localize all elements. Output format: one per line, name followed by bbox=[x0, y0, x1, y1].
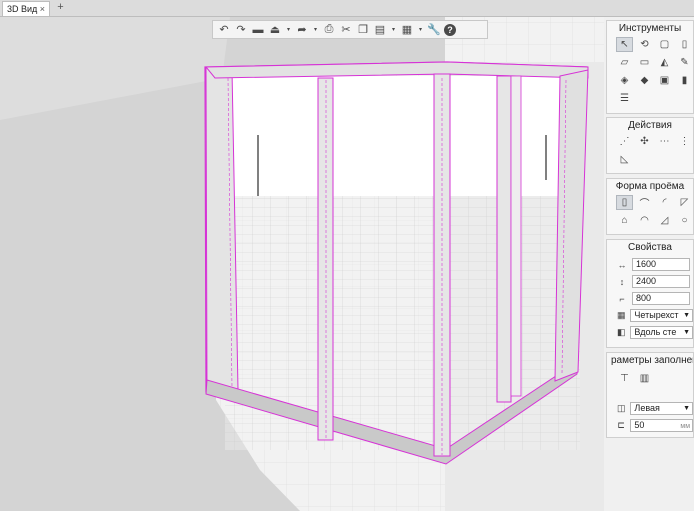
stair-icon[interactable]: ◈ bbox=[616, 73, 633, 88]
paste-dropdown-icon[interactable]: ▾ bbox=[390, 23, 397, 37]
settings-wrench-icon[interactable]: 🔧 bbox=[427, 23, 441, 37]
eraser-icon[interactable]: ◆ bbox=[636, 73, 653, 88]
tools-title: Инструменты bbox=[618, 23, 682, 34]
opening-side-select[interactable]: Левая ▼ bbox=[630, 402, 693, 415]
top-toolbar: ↶ ↷ ▬ ⏏ ▾ ➦ ▾ ⎙ ✂ ❐ ▤ ▾ ▦ ▾ 🔧 ? bbox=[212, 20, 488, 39]
placement-value: Вдоль сте bbox=[634, 327, 677, 337]
tab-label: 3D Вид bbox=[7, 4, 38, 14]
move-icon[interactable]: ⋰ bbox=[616, 134, 633, 149]
width-field[interactable]: 1600мм bbox=[632, 258, 690, 271]
shape-type-icon: ▦ bbox=[616, 310, 626, 320]
print-icon[interactable]: ⎙ bbox=[322, 23, 336, 37]
pencil-icon[interactable]: ✎ bbox=[676, 55, 693, 70]
orbit-icon[interactable]: ⟲ bbox=[636, 37, 653, 52]
height-field[interactable]: 2400мм bbox=[632, 275, 690, 288]
roof-icon[interactable]: ◭ bbox=[656, 55, 673, 70]
placement-icon: ◧ bbox=[616, 327, 626, 337]
select-cursor-icon[interactable]: ↖ bbox=[616, 37, 633, 52]
view-dropdown-icon[interactable]: ▾ bbox=[417, 23, 424, 37]
shape-type-value: Четырехст bbox=[634, 310, 679, 320]
tab-3d-view[interactable]: 3D Вид × bbox=[2, 1, 50, 16]
fill-type-a-icon[interactable]: ⊤ bbox=[616, 371, 633, 386]
properties-panel: Свойства ↔ 1600мм ↕ 2400мм ⌐ 800мм ▦ Чет… bbox=[606, 239, 694, 348]
half-round-shape-icon[interactable]: ◠ bbox=[636, 213, 653, 228]
trapezoid-shape-icon[interactable]: ◿ bbox=[656, 213, 673, 228]
opening-side-value: Левая bbox=[634, 403, 660, 413]
door-icon[interactable]: ▯ bbox=[676, 37, 693, 52]
export-dropdown-icon[interactable]: ▾ bbox=[312, 23, 319, 37]
chevron-down-icon: ▼ bbox=[683, 329, 690, 336]
paste-icon[interactable]: ▤ bbox=[373, 23, 387, 37]
rotate-icon[interactable]: ✣ bbox=[636, 134, 653, 149]
arch-shape-icon[interactable]: ⌒ bbox=[636, 195, 653, 210]
undo-icon[interactable]: ↶ bbox=[217, 23, 231, 37]
help-icon[interactable]: ? bbox=[444, 23, 456, 36]
opening-shape-panel: Форма проёма ▯ ⌒ ◜ ◸ ⌂ ◠ ◿ ○ bbox=[606, 178, 694, 235]
folder-icon[interactable]: ▬ bbox=[251, 23, 265, 37]
tools-panel: Инструменты ↖ ⟲ ▢ ▯ ▱ ▭ ◭ ✎ ◈ ◆ ▣ ▮ ☰ bbox=[606, 20, 694, 114]
offset-value: 50 bbox=[634, 420, 645, 430]
offset-icon: ⊏ bbox=[617, 420, 625, 430]
sill-height-value: 800 bbox=[636, 293, 652, 303]
export-icon[interactable]: ➦ bbox=[295, 23, 309, 37]
opening-side-icon: ◫ bbox=[616, 403, 626, 413]
offset-field[interactable]: 50 мм bbox=[630, 419, 693, 432]
tab-bar: 3D Вид × + bbox=[0, 0, 694, 17]
floor-icon[interactable]: ▭ bbox=[636, 55, 653, 70]
save-dropdown-icon[interactable]: ▾ bbox=[285, 23, 292, 37]
actions-title: Действия bbox=[628, 120, 672, 131]
chevron-down-icon: ▼ bbox=[683, 312, 690, 319]
chevron-down-icon: ▼ bbox=[683, 405, 690, 412]
wall-icon[interactable]: ▢ bbox=[656, 37, 673, 52]
properties-title: Свойства bbox=[628, 242, 672, 253]
offset-unit: мм bbox=[680, 423, 690, 430]
cut-icon[interactable]: ✂ bbox=[339, 23, 353, 37]
fill-type-b-icon[interactable]: ▥ bbox=[636, 371, 653, 386]
opening-shape-title: Форма проёма bbox=[615, 181, 685, 192]
rect-shape-icon[interactable]: ▯ bbox=[616, 195, 633, 210]
redo-icon[interactable]: ↷ bbox=[234, 23, 248, 37]
view-options-icon[interactable]: ▦ bbox=[400, 23, 414, 37]
copy-icon[interactable]: ❐ bbox=[356, 23, 370, 37]
height-icon: ↕ bbox=[619, 276, 625, 287]
fill-params-title: раметры заполнен bbox=[611, 355, 693, 366]
width-icon: ↔ bbox=[617, 259, 627, 270]
slant-shape-icon[interactable]: ◸ bbox=[676, 195, 693, 210]
tab-close-icon[interactable]: × bbox=[40, 2, 45, 16]
sill-height-icon: ⌐ bbox=[619, 293, 625, 304]
placement-select[interactable]: Вдоль сте ▼ bbox=[630, 326, 693, 339]
window-icon[interactable]: ▣ bbox=[656, 73, 673, 88]
railing-icon[interactable]: ☰ bbox=[616, 91, 633, 106]
save-icon[interactable]: ⏏ bbox=[268, 23, 282, 37]
3d-viewport[interactable] bbox=[0, 17, 604, 511]
sill-height-field[interactable]: 800мм bbox=[632, 292, 690, 305]
actions-panel: Действия ⋰ ✣ ⋯ ⋮ ◺ bbox=[606, 117, 694, 174]
trim-icon[interactable]: ◺ bbox=[616, 152, 633, 167]
pentagon-shape-icon[interactable]: ⌂ bbox=[616, 213, 633, 228]
corner-arch-shape-icon[interactable]: ◜ bbox=[656, 195, 673, 210]
3d-scene bbox=[0, 17, 604, 511]
height-value: 2400 bbox=[636, 276, 657, 286]
width-value: 1600 bbox=[636, 259, 657, 269]
add-tab-button[interactable]: + bbox=[54, 1, 67, 14]
column-icon[interactable]: ▮ bbox=[676, 73, 693, 88]
slab-icon[interactable]: ▱ bbox=[616, 55, 633, 70]
circle-shape-icon[interactable]: ○ bbox=[676, 213, 693, 228]
shape-type-select[interactable]: Четырехст ▼ bbox=[630, 309, 693, 322]
mirror-icon[interactable]: ⋮ bbox=[676, 134, 693, 149]
fill-params-panel: раметры заполнен ⊤ ▥ ◫ Левая ▼ ⊏ 50 мм bbox=[606, 352, 694, 438]
array-icon[interactable]: ⋯ bbox=[656, 134, 673, 149]
